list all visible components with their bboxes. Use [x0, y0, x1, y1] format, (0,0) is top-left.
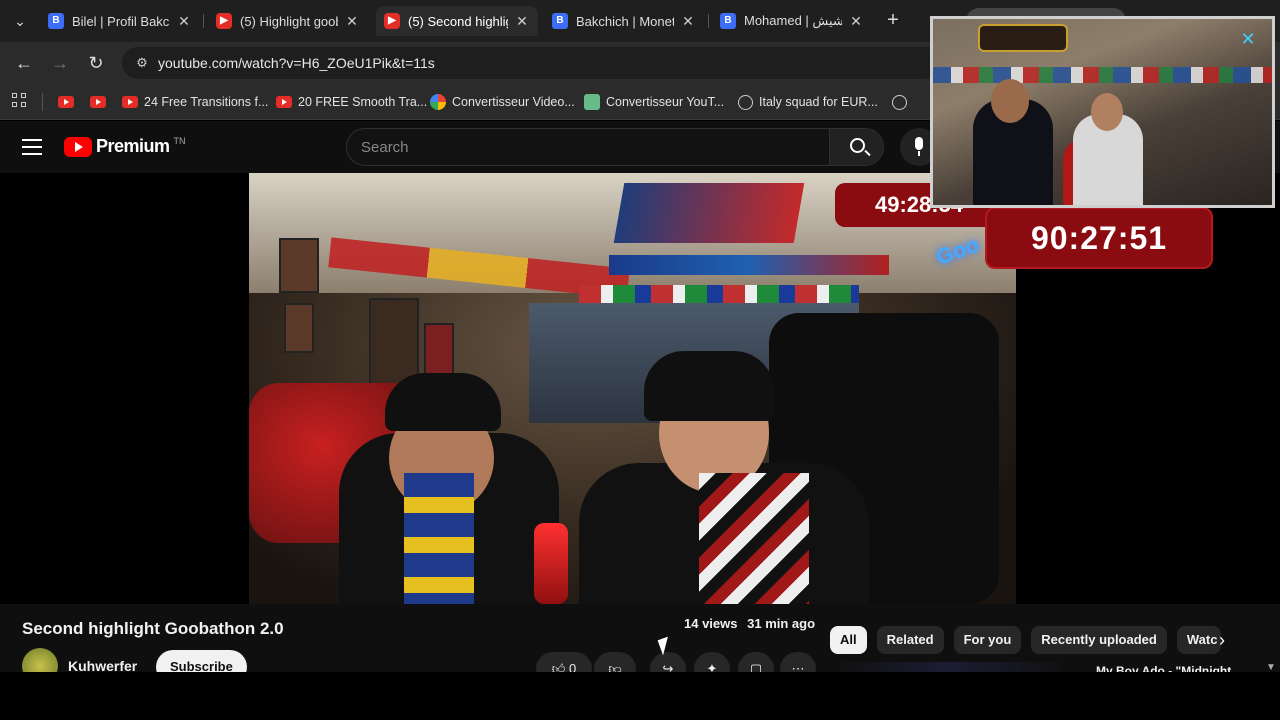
google-icon	[430, 94, 446, 110]
close-tab-icon[interactable]: ✕	[176, 13, 192, 30]
jersey-banner	[613, 183, 805, 243]
close-tab-icon[interactable]: ✕	[514, 13, 530, 30]
view-count: 14 views	[684, 616, 738, 631]
upload-time: 31 min ago	[747, 616, 816, 631]
tab-divider	[708, 14, 709, 28]
tab-bilel-profil[interactable]: B Bilel | Profil Bakchi ✕	[40, 6, 200, 36]
tab-second-highlight[interactable]: ▶ (5) Second highlig ✕	[376, 6, 538, 36]
globe-icon	[892, 94, 907, 110]
youtube-icon	[122, 96, 138, 108]
search-button[interactable]	[829, 129, 883, 165]
subathon-timer-large: 90:27:51	[985, 207, 1213, 269]
youtube-favicon-icon: ▶	[384, 13, 400, 29]
apps-grid-icon[interactable]	[12, 93, 28, 109]
bookmark-youtube-1[interactable]	[58, 92, 80, 112]
video-player[interactable]: Goo	[249, 173, 1016, 604]
search-input[interactable]	[347, 129, 829, 165]
bookmark-label: 24 Free Transitions f...	[144, 95, 269, 109]
menu-hamburger-icon[interactable]	[22, 139, 42, 155]
bookmark-globe[interactable]	[892, 92, 913, 112]
person-right-hat	[644, 351, 774, 421]
tab-title: Bakchich | Moneti	[576, 13, 674, 29]
youtube-icon	[90, 96, 106, 108]
video-title: Second highlight Goobathon 2.0	[22, 619, 284, 638]
bakchich-favicon-icon: B	[720, 13, 736, 29]
youtube-play-logo-icon	[64, 136, 92, 157]
bottom-letterbox	[0, 672, 1280, 720]
tab-highlight-goob[interactable]: ▶ (5) Highlight goob ✕	[208, 6, 368, 36]
person-left-scarf	[404, 473, 474, 604]
globe-icon	[738, 94, 753, 110]
pip-close-icon[interactable]: ✕	[1233, 29, 1263, 59]
bookmark-smooth-transitions[interactable]: 20 FREE Smooth Tra...	[276, 92, 427, 112]
tab-title: Bilel | Profil Bakchi	[72, 13, 170, 29]
tab-title: (5) Highlight goob	[240, 13, 338, 29]
picture-in-picture-window[interactable]: ✕	[930, 16, 1275, 208]
search-box	[346, 128, 884, 166]
flags-row	[579, 285, 859, 303]
chip-related[interactable]: Related	[876, 626, 944, 654]
bookmark-label: Italy squad for EUR...	[759, 95, 878, 109]
pip-person-right-head	[1091, 93, 1123, 131]
country-code: TN	[173, 135, 186, 146]
bookmark-label: Convertisseur Video...	[452, 95, 575, 109]
url-text: youtube.com/watch?v=H6_ZOeU1Pik&t=11s	[158, 55, 435, 71]
pip-person-left-head	[991, 79, 1029, 123]
chip-recently-uploaded[interactable]: Recently uploaded	[1031, 626, 1167, 654]
address-bar[interactable]: ⚙ youtube.com/watch?v=H6_ZOeU1Pik&t=11s	[122, 47, 942, 79]
reload-icon[interactable]: ↻	[84, 51, 108, 75]
bookmark-divider	[42, 93, 43, 111]
microphone	[534, 523, 568, 604]
chips-next-chevron-icon[interactable]: ›	[1208, 626, 1236, 654]
bakchich-favicon-icon: B	[552, 13, 568, 29]
logo-text: Premium	[96, 136, 170, 156]
close-tab-icon[interactable]: ✕	[680, 13, 696, 30]
converter-icon	[584, 94, 600, 110]
youtube-premium-logo[interactable]: Premium TN	[64, 136, 186, 157]
wall-frame	[279, 238, 319, 293]
recommendation-chips: All Related For you Recently uploaded Wa…	[830, 626, 1231, 654]
close-tab-icon[interactable]: ✕	[344, 13, 360, 30]
scarf-banner	[609, 255, 889, 275]
wall-frame	[284, 303, 314, 353]
person-left-hat	[385, 373, 501, 431]
forward-arrow-icon[interactable]: →	[48, 51, 72, 75]
youtube-icon	[276, 96, 292, 108]
chip-for-you[interactable]: For you	[953, 626, 1022, 654]
back-arrow-icon[interactable]: ←	[12, 51, 36, 75]
bookmark-italy-squad[interactable]: Italy squad for EUR...	[738, 92, 878, 112]
bookmark-convertisseur-youtube[interactable]: Convertisseur YouT...	[584, 92, 724, 112]
tab-bakchich-moneti[interactable]: B Bakchich | Moneti ✕	[544, 6, 704, 36]
tab-title: Mohamed | قشيش	[744, 13, 842, 28]
search-icon	[850, 138, 865, 153]
scroll-down-arrow-icon[interactable]: ▼	[1266, 662, 1278, 673]
video-info-area: Second highlight Goobathon 2.0 Kuhwerfer…	[0, 604, 1280, 686]
tab-search-chevron-icon[interactable]: ⌄	[8, 10, 32, 32]
chip-all[interactable]: All	[830, 626, 867, 654]
video-meta: 14 views 31 min ago	[684, 616, 821, 631]
close-tab-icon[interactable]: ✕	[848, 13, 864, 30]
tab-title: (5) Second highlig	[408, 13, 508, 29]
site-settings-icon[interactable]: ⚙	[132, 53, 152, 73]
pip-banner-sign	[978, 24, 1068, 52]
bookmark-free-transitions[interactable]: 24 Free Transitions f...	[122, 92, 268, 112]
tab-divider	[203, 14, 204, 28]
person-right-scarf	[699, 473, 809, 604]
bakchich-favicon-icon: B	[48, 13, 64, 29]
youtube-favicon-icon: ▶	[216, 13, 232, 29]
pip-flags	[933, 67, 1272, 83]
youtube-icon	[58, 96, 74, 108]
bookmark-label: Convertisseur YouT...	[606, 95, 725, 109]
bookmark-label: 20 FREE Smooth Tra...	[298, 95, 428, 109]
new-tab-plus-icon[interactable]: +	[882, 10, 904, 32]
bookmark-convertisseur-video[interactable]: Convertisseur Video...	[430, 92, 575, 112]
bookmark-youtube-2[interactable]	[90, 92, 112, 112]
tab-mohamed[interactable]: B Mohamed | قشيش ✕	[712, 6, 872, 36]
